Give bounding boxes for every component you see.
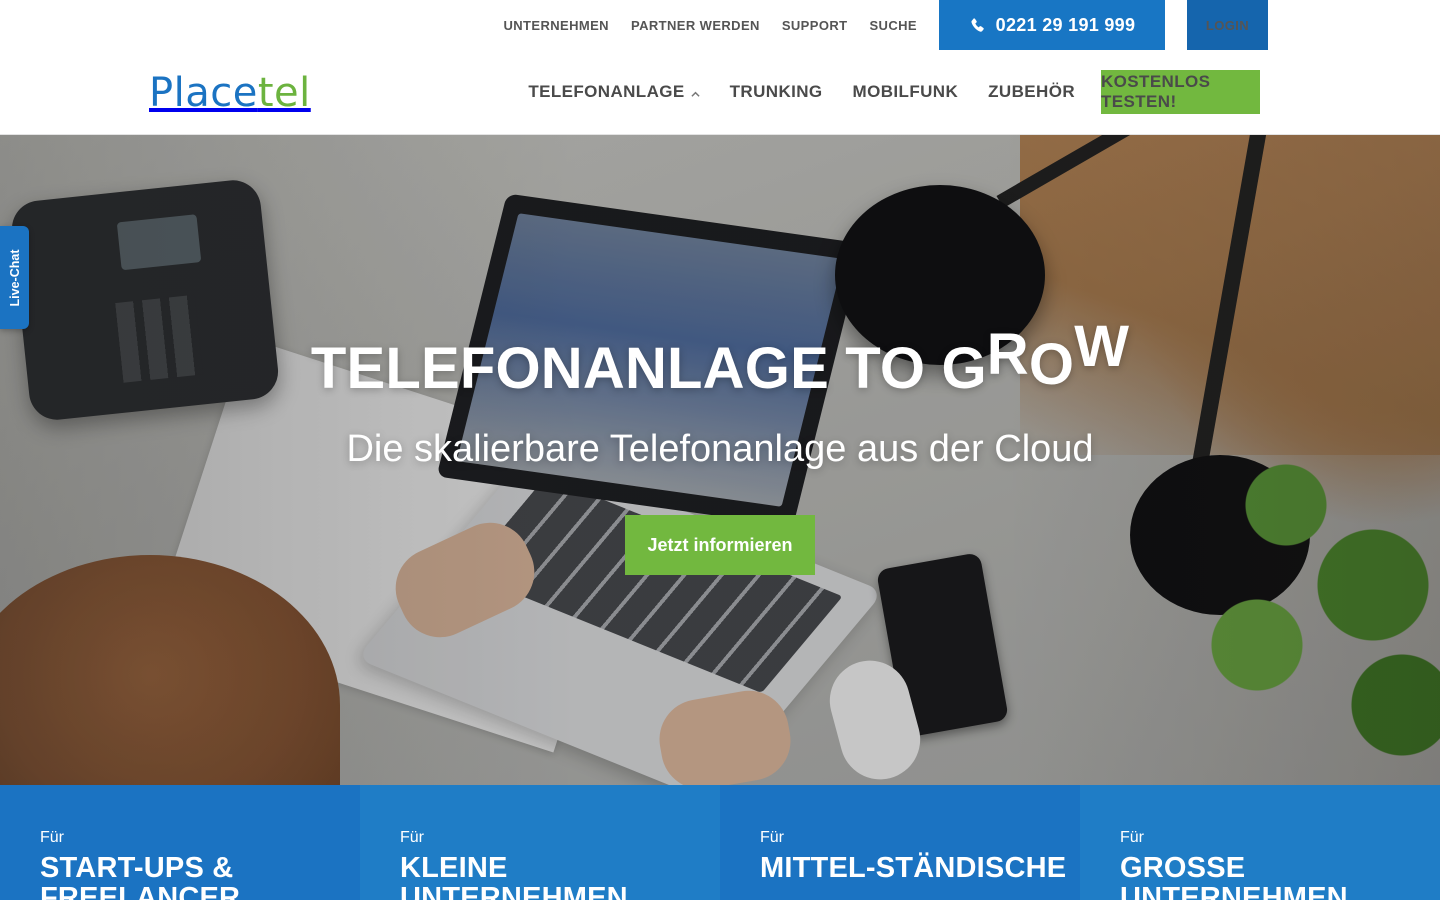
free-trial-button[interactable]: KOSTENLOS TESTEN! xyxy=(1101,70,1260,114)
live-chat-label: Live-Chat xyxy=(7,249,22,306)
segment-prefix: Für xyxy=(760,829,784,846)
segment-tiles: Für START-UPS & FREELANCER Für KLEINE UN… xyxy=(0,785,1440,900)
segment-tile-startups[interactable]: Für START-UPS & FREELANCER xyxy=(0,785,360,900)
hero-title-w: W xyxy=(1074,314,1130,379)
segment-name: MITTEL-STÄNDISCHE xyxy=(760,852,1067,884)
hero-subtitle: Die skalierbare Telefonanlage aus der Cl… xyxy=(346,428,1094,470)
hero-content: TELEFONANLAGE TO GROW Die skalierbare Te… xyxy=(0,135,1440,785)
live-chat-tab[interactable]: Live-Chat xyxy=(0,226,29,329)
nav-link-partner-werden[interactable]: PARTNER WERDEN xyxy=(631,18,760,33)
nav-item-mobilfunk[interactable]: MOBILFUNK xyxy=(853,82,959,102)
segment-name: START-UPS & FREELANCER xyxy=(40,852,241,900)
chevron-up-icon xyxy=(691,91,700,97)
nav-item-trunking[interactable]: TRUNKING xyxy=(730,82,823,102)
hero-title-r: R xyxy=(986,322,1029,387)
nav-link-unternehmen[interactable]: UNTERNEHMEN xyxy=(503,18,609,33)
placetel-logo[interactable]: Placetel xyxy=(149,69,311,117)
login-button[interactable]: LOGIN xyxy=(1187,0,1268,50)
top-navigation: UNTERNEHMEN PARTNER WERDEN SUPPORT SUCHE… xyxy=(503,0,1290,50)
hero-title: TELEFONANLAGE TO GROW xyxy=(0,314,1440,402)
nav-item-zubehoer[interactable]: ZUBEHÖR xyxy=(988,82,1075,102)
phone-icon xyxy=(971,17,984,32)
segment-prefix: Für xyxy=(400,829,424,846)
hero-title-o: O xyxy=(1028,332,1075,397)
segment-prefix: Für xyxy=(1120,829,1144,846)
main-navigation: TELEFONANLAGE TRUNKING MOBILFUNK ZUBEHÖR… xyxy=(528,70,1290,114)
site-header: UNTERNEHMEN PARTNER WERDEN SUPPORT SUCHE… xyxy=(0,0,1440,135)
nav-link-suche[interactable]: SUCHE xyxy=(869,18,917,33)
nav-link-support[interactable]: SUPPORT xyxy=(782,18,848,33)
segment-name: GROSSE UNTERNEHMEN xyxy=(1120,852,1348,900)
nav-item-telefonanlage-label: TELEFONANLAGE xyxy=(528,82,685,101)
phone-number-text: 0221 29 191 999 xyxy=(995,14,1136,35)
logo-text-place: Place xyxy=(149,70,258,116)
nav-item-telefonanlage[interactable]: TELEFONANLAGE xyxy=(528,82,700,102)
learn-more-button[interactable]: Jetzt informieren xyxy=(625,515,815,575)
segment-name: KLEINE UNTERNEHMEN xyxy=(400,852,628,900)
segment-tile-midsize[interactable]: Für MITTEL-STÄNDISCHE xyxy=(720,785,1080,900)
logo-text-tel: tel xyxy=(257,70,311,116)
hero-section: TELEFONANLAGE TO GROW Die skalierbare Te… xyxy=(0,135,1440,785)
segment-prefix: Für xyxy=(40,829,64,846)
segment-tile-small-business[interactable]: Für KLEINE UNTERNEHMEN xyxy=(360,785,720,900)
phone-number-button[interactable]: 0221 29 191 999 xyxy=(939,0,1165,50)
segment-tile-enterprise[interactable]: Für GROSSE UNTERNEHMEN xyxy=(1080,785,1440,900)
hero-title-main: TELEFONANLAGE TO G xyxy=(310,336,987,401)
